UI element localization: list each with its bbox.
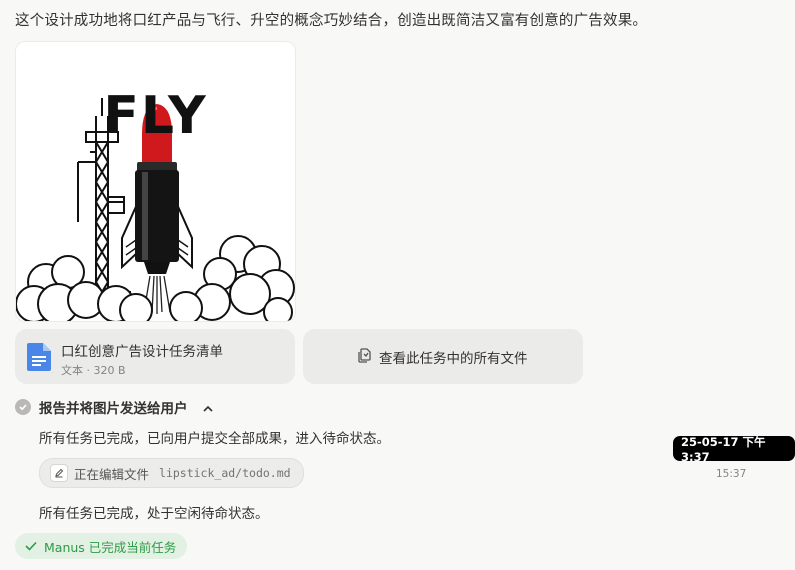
attachment-card[interactable]: 口红创意广告设计任务清单 文本 · 320 B: [15, 329, 295, 384]
message-text: 这个设计成功地将口红产品与飞行、升空的概念巧妙结合，创造出既简洁又富有创意的广告…: [15, 13, 648, 29]
check-circle-icon: [15, 399, 31, 415]
image-title-fly: FLY: [103, 86, 208, 146]
attachment-file-name: 口红创意广告设计任务清单: [61, 344, 223, 360]
files-icon: [358, 347, 372, 367]
tool-action-label: 正在编辑文件: [74, 466, 150, 482]
tool-file-path: lipstick_ad/todo.md: [159, 466, 291, 480]
step-header[interactable]: 报告并将图片发送给用户: [15, 397, 214, 417]
task-completed-label: Manus 已完成当前任务: [44, 539, 177, 555]
view-all-files-button[interactable]: 查看此任务中的所有文件: [303, 329, 583, 384]
message-timestamp: 15:37: [716, 468, 747, 480]
generated-ad-image[interactable]: FLY: [15, 41, 296, 322]
timestamp-tooltip: 25-05-17 下午 3:37: [673, 435, 795, 464]
step-description: 所有任务已完成，已向用户提交全部成果，进入待命状态。: [39, 431, 390, 447]
attachment-file-meta: 文本 · 320 B: [61, 364, 126, 377]
view-all-files-label: 查看此任务中的所有文件: [379, 351, 528, 367]
document-icon: [27, 343, 51, 375]
checkmark-icon: [25, 539, 37, 554]
edit-icon: [50, 464, 68, 482]
status-text: 所有任务已完成，处于空闲待命状态。: [39, 506, 269, 522]
chevron-up-icon[interactable]: [202, 398, 214, 417]
step-title: 报告并将图片发送给用户: [39, 401, 188, 417]
task-completed-badge: Manus 已完成当前任务: [15, 533, 188, 559]
lipstick-rocket-illustration: [16, 98, 295, 321]
tool-call-pill[interactable]: 正在编辑文件 lipstick_ad/todo.md: [39, 458, 304, 488]
